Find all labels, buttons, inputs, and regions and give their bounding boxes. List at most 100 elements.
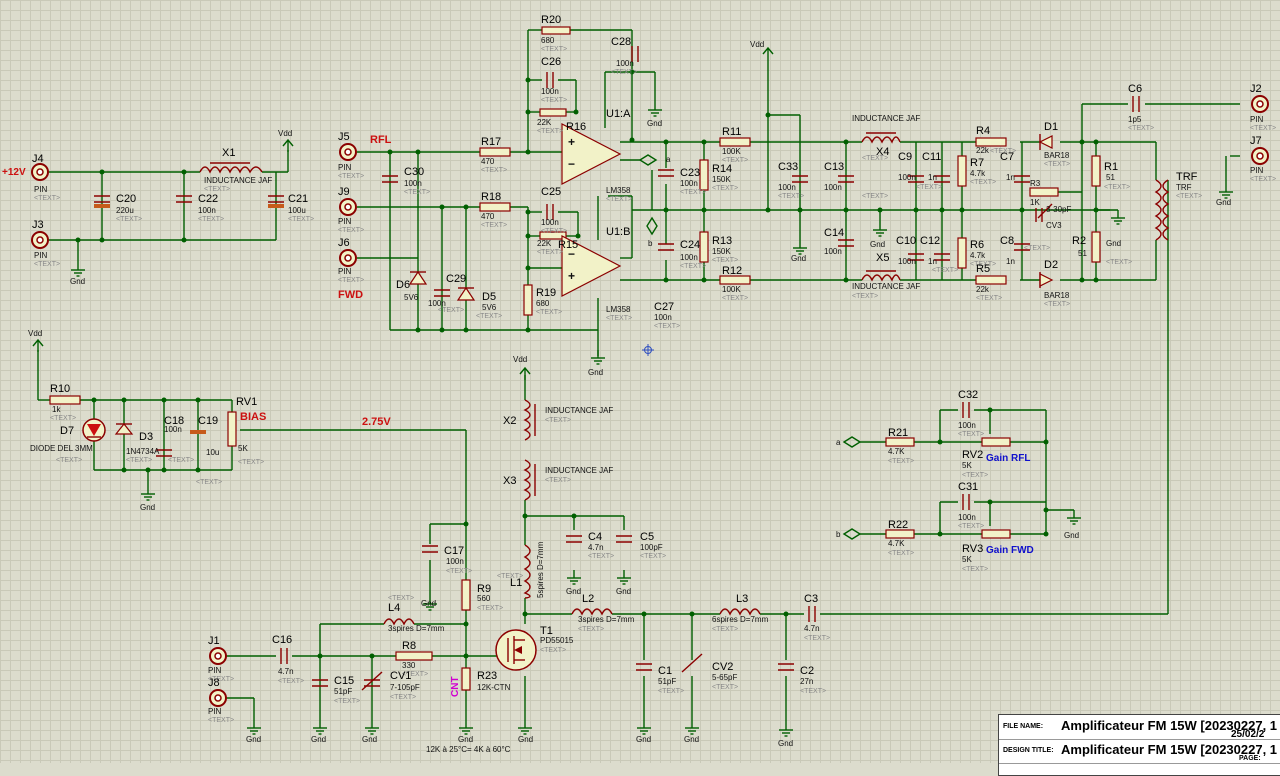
ref-C9: C9 [898,151,912,163]
ref-C19: C19 [198,415,218,427]
val-D6: 5V6 [404,293,419,302]
text-tag: <TEXT> [606,315,632,322]
val-C31: 100n [958,513,976,522]
gnd-label: Gnd [636,735,651,744]
ref-C32: C32 [958,389,978,401]
val-C24: 100n [680,253,698,262]
val-C13: 100n [824,183,842,192]
text-tag: <TEXT> [1106,259,1132,266]
val-R14: 150K [712,175,731,184]
val-D1: BAR18 [1044,151,1070,160]
ref-C21: C21 [288,193,308,205]
val-C6: 1p5 [1128,115,1142,124]
text-tag: <TEXT> [545,417,571,424]
text-tag: <TEXT> [1024,245,1050,252]
text-tag: <TEXT> [540,647,566,654]
val-C7: 1n [1006,173,1015,182]
ref-R10: R10 [50,383,70,395]
val-C15: 51pF [334,687,352,696]
val-C23: 100n [680,179,698,188]
cnt-label: CNT [450,676,461,697]
val-R9: 560 [477,594,491,603]
val-R4: 22k [976,146,990,155]
val-C22: 100n [198,206,216,215]
ref-R16: R16 [566,121,586,133]
pin-label: PIN [338,267,352,276]
text-tag: <TEXT> [338,173,364,180]
net-b-label: b [836,530,841,539]
ref-C12: C12 [920,235,940,247]
ref-L2: L2 [582,593,594,605]
ref-C31: C31 [958,481,978,493]
text-tag: <TEXT> [208,717,234,724]
text-tag: <TEXT> [958,431,984,438]
net-a-label: a [836,438,841,447]
ref-L3: L3 [736,593,748,605]
text-tag: <TEXT> [640,553,666,560]
text-tag: <TEXT> [778,193,804,200]
bias-label: BIAS [240,411,266,423]
gnd-label: Gnd [616,587,631,596]
bias-voltage-label: 2.75V [362,416,391,428]
pin-label: PIN [1250,166,1264,175]
gnd-label: Gnd [246,735,261,744]
ref-C13: C13 [824,161,844,173]
ref-R4: R4 [976,125,990,137]
text-tag: <TEXT> [862,193,888,200]
gnd-label: Gnd [458,735,473,744]
net-markers [638,154,862,540]
val-R17: 470 [481,157,495,166]
labels: +12V RFL FWD BIAS 2.75V Gain RFL Gain FW… [2,14,1276,754]
val-C33: 100n [778,183,796,192]
design-title-label: DESIGN TITLE: [1003,747,1054,754]
text-tag: <TEXT> [611,69,637,76]
net-a-label: a [666,155,671,164]
ref-C29: C29 [446,273,466,285]
text-tag: <TEXT> [497,573,523,580]
val-D5: 5V6 [482,303,497,312]
text-tag: <TEXT> [888,458,914,465]
text-tag: <TEXT> [168,457,194,464]
ref-J4: J4 [32,153,44,165]
ref-R7: R7 [970,157,984,169]
gnd-label: Gnd [1106,239,1121,248]
ref-D3: D3 [139,431,153,443]
ref-C3: C3 [804,593,818,605]
ref-C26: C26 [541,56,561,68]
val-CV2: 5-65pF [712,673,737,682]
val-R5: 22k [976,285,990,294]
text-tag: <TEXT> [862,155,888,162]
text-tag: <TEXT> [198,216,224,223]
pin-label: PIN [338,217,352,226]
ref-R12: R12 [722,265,742,277]
ref-R22: R22 [888,519,908,531]
ref-D7: D7 [60,425,74,437]
val-C20: 220u [116,206,134,215]
text-tag: <TEXT> [888,550,914,557]
ref-CV3: CV3 [1046,221,1062,230]
val-R16: 22K [537,118,552,127]
text-tag: <TEXT> [1250,176,1276,183]
val-X2: INDUCTANCE JAF [545,406,613,415]
ref-D2: D2 [1044,259,1058,271]
val-R13: 150K [712,247,731,256]
val-R6: 4.7k [970,251,986,260]
ref-C1: C1 [658,665,672,677]
val-R19: 680 [536,299,550,308]
cursor-marker [642,344,654,356]
val-R11: 100K [722,147,741,156]
design-title-row: DESIGN TITLE: Amplificateur FM 15W [2023… [999,739,1280,764]
text-tag: <TEXT> [606,196,632,203]
val-C26: 100n [541,87,559,96]
text-tag: <TEXT> [1044,161,1070,168]
text-tag: <TEXT> [712,185,738,192]
text-tag: <TEXT> [932,267,958,274]
text-tag: <TEXT> [50,415,76,422]
svg-text:+: + [568,135,575,149]
ref-R5: R5 [976,263,990,275]
val-R7: 4.7k [970,169,986,178]
val-R10: 1k [52,405,61,414]
val-C12: 1n [928,257,937,266]
val-C30: 100n [404,179,422,188]
val-U1B: LM358 [606,305,631,314]
